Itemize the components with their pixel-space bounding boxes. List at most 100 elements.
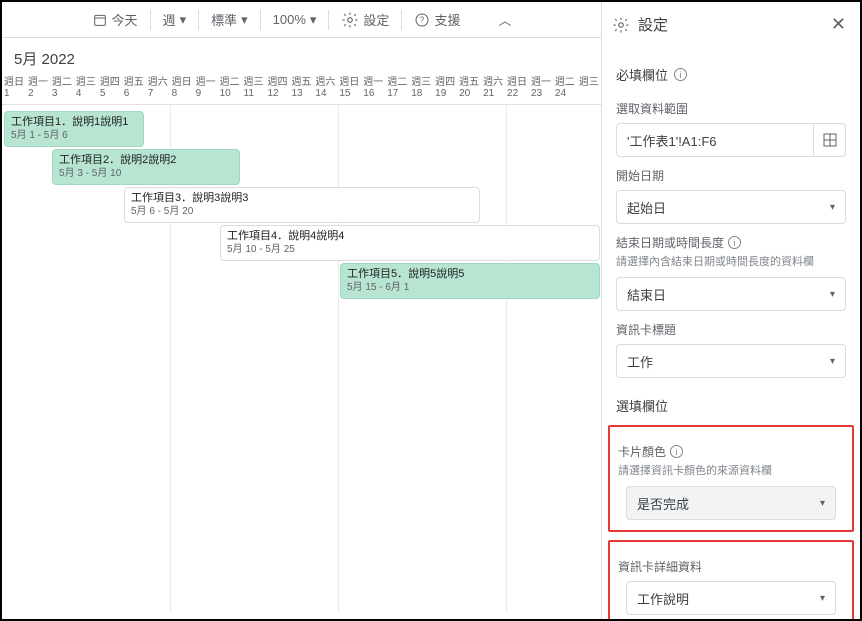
day-number: 7	[148, 88, 170, 100]
caret-down-icon: ▾	[830, 202, 835, 213]
card-detail-select[interactable]: 工作說明 ▾	[626, 581, 836, 615]
close-icon[interactable]: ✕	[827, 10, 850, 39]
timeline-header: 週日1週一2週二3週三4週四5週五6週六7週日8週一9週二10週三11週四12週…	[2, 75, 601, 105]
settings-button[interactable]: 設定	[335, 6, 395, 33]
day-column: 週三4	[74, 75, 98, 104]
card-color-select[interactable]: 是否完成 ▾	[626, 486, 836, 520]
day-number: 18	[411, 88, 433, 100]
end-date-select[interactable]: 結束日 ▾	[616, 277, 846, 311]
day-weekday: 週三	[76, 77, 98, 88]
required-section-title: 必填欄位 i	[602, 47, 860, 90]
info-icon[interactable]: i	[670, 445, 683, 458]
task-dates: 5月 1 - 5月 6	[11, 129, 137, 143]
start-date-select[interactable]: 起始日 ▾	[616, 190, 846, 224]
month-title: 5月 2022	[2, 38, 601, 75]
info-icon[interactable]: i	[728, 236, 741, 249]
week-gridline	[506, 105, 507, 613]
day-weekday: 週一	[196, 77, 218, 88]
caret-down-icon: ▾	[830, 289, 835, 300]
task-card[interactable]: 工作項目1．說明1說明15月 1 - 5月 6	[4, 111, 144, 147]
task-dates: 5月 3 - 5月 10	[59, 167, 233, 181]
task-card[interactable]: 工作項目3．說明3說明35月 6 - 5月 20	[124, 187, 480, 223]
card-color-value: 是否完成	[637, 494, 689, 513]
highlight-color-box: 卡片顏色 i 請選擇資訊卡顏色的來源資料欄 是否完成 ▾	[608, 425, 854, 532]
card-title-select[interactable]: 工作 ▾	[616, 344, 846, 378]
day-column: 週三18	[409, 75, 433, 104]
fit-dropdown[interactable]: 標準 ▾	[205, 6, 254, 33]
caret-down-icon: ▾	[310, 12, 317, 28]
svg-text:?: ?	[420, 15, 425, 24]
day-column: 週二17	[385, 75, 409, 104]
caret-down-icon: ▾	[820, 593, 825, 604]
calendar-icon	[92, 12, 108, 28]
day-number: 22	[507, 88, 529, 100]
start-field-label: 開始日期	[602, 157, 860, 186]
day-number: 20	[459, 88, 481, 100]
end-date-value: 結束日	[627, 285, 666, 304]
day-column: 週二3	[50, 75, 74, 104]
toolbar-separator	[328, 10, 329, 30]
today-button[interactable]: 今天	[86, 6, 144, 33]
task-card[interactable]: 工作項目4．說明4說明45月 10 - 5月 25	[220, 225, 600, 261]
task-title: 工作項目2．說明2說明2	[59, 153, 233, 167]
day-weekday: 週六	[483, 77, 505, 88]
day-weekday: 週一	[363, 77, 385, 88]
day-column: 週一9	[194, 75, 218, 104]
day-weekday: 週四	[100, 77, 122, 88]
day-column: 週四12	[265, 75, 289, 104]
task-dates: 5月 15 - 6月 1	[347, 281, 593, 295]
day-column: 週日1	[2, 75, 26, 104]
day-number: 4	[76, 88, 98, 100]
caret-down-icon: ▾	[830, 356, 835, 367]
day-column: 週日22	[505, 75, 529, 104]
zoom-dropdown[interactable]: 100% ▾	[267, 8, 323, 32]
range-field-label: 選取資料範圍	[602, 90, 860, 119]
settings-label: 設定	[363, 10, 389, 29]
day-column: 週一16	[361, 75, 385, 104]
detail-field-label: 資訊卡詳細資料	[610, 548, 852, 577]
task-card[interactable]: 工作項目5．說明5說明55月 15 - 6月 1	[340, 263, 600, 299]
required-label: 必填欄位	[616, 65, 668, 84]
end-field-hint: 請選擇內含結束日期或時間長度的資料欄	[602, 253, 860, 273]
help-button[interactable]: ? 支援	[408, 6, 466, 33]
day-weekday: 週三	[411, 77, 433, 88]
day-column: 週六14	[313, 75, 337, 104]
chevron-up-icon: ︿	[498, 10, 511, 29]
day-weekday: 週二	[555, 77, 577, 88]
day-number: 11	[244, 88, 266, 100]
settings-sidebar: 設定 ✕ 必填欄位 i 選取資料範圍 開始日期 起始日 ▾ 結束日期或	[602, 2, 860, 619]
range-input-group	[616, 123, 846, 157]
collapse-button[interactable]: ︿	[492, 6, 517, 33]
range-dropdown[interactable]: 週 ▾	[157, 6, 193, 33]
question-icon: ?	[414, 12, 430, 28]
caret-down-icon: ▾	[241, 12, 248, 28]
day-number: 6	[124, 88, 146, 100]
range-input[interactable]	[616, 123, 813, 157]
day-weekday: 週四	[267, 77, 289, 88]
card-title-field-label: 資訊卡標題	[602, 311, 860, 340]
task-dates: 5月 6 - 5月 20	[131, 205, 473, 219]
gear-icon	[341, 11, 359, 29]
day-number: 9	[196, 88, 218, 100]
toolbar-separator	[260, 10, 261, 30]
info-icon[interactable]: i	[674, 68, 687, 81]
day-number: 14	[315, 88, 337, 100]
task-title: 工作項目1．說明1說明1	[11, 115, 137, 129]
day-number: 3	[52, 88, 74, 100]
task-title: 工作項目5．說明5說明5	[347, 267, 593, 281]
day-weekday: 週二	[220, 77, 242, 88]
day-weekday: 週六	[315, 77, 337, 88]
day-number: 23	[531, 88, 553, 100]
day-column: 週一2	[26, 75, 50, 104]
day-column: 週日8	[170, 75, 194, 104]
color-label-text: 卡片顏色	[618, 443, 666, 460]
day-number: 5	[100, 88, 122, 100]
day-column: 週四5	[98, 75, 122, 104]
sidebar-header: 設定 ✕	[602, 2, 860, 47]
day-weekday: 週二	[52, 77, 74, 88]
day-number: 13	[291, 88, 313, 100]
range-picker-button[interactable]	[813, 123, 846, 157]
task-card[interactable]: 工作項目2．說明2說明25月 3 - 5月 10	[52, 149, 240, 185]
timeline-body[interactable]: 工作項目1．說明1說明15月 1 - 5月 6工作項目2．說明2說明25月 3 …	[2, 105, 601, 613]
day-column: 週五13	[289, 75, 313, 104]
